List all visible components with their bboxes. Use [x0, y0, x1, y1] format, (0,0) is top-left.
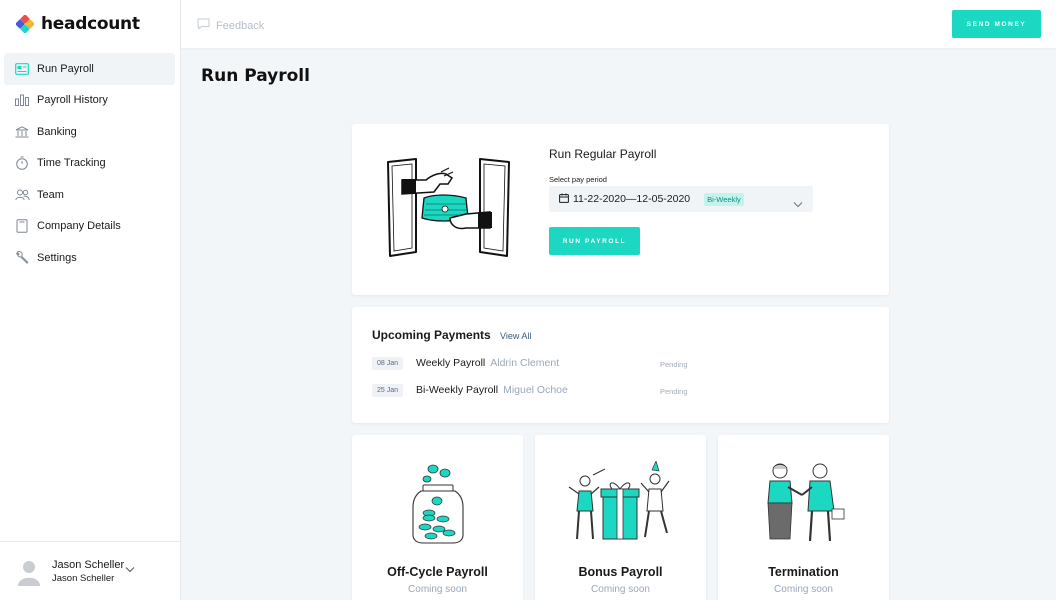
- sidebar-item-label: Time Tracking: [37, 157, 106, 170]
- sidebar-item-label: Company Details: [37, 220, 121, 233]
- frequency-badge: Bi-Weekly: [704, 192, 744, 206]
- payment-person: Miguel Ochoe: [503, 384, 568, 396]
- tile-subtitle: Coming soon: [408, 584, 467, 595]
- payment-date: 08 Jan: [372, 357, 404, 370]
- wrench-icon: [14, 250, 30, 266]
- tile-title: Termination: [768, 565, 839, 579]
- gift-celebration-illustration: [565, 459, 675, 545]
- document-icon: [14, 218, 30, 234]
- brand-name: headcount: [41, 14, 140, 34]
- coin-jar-illustration: [397, 461, 479, 545]
- payment-row[interactable]: 08 Jan Weekly Payroll Aldrin Clement Pend…: [372, 356, 872, 372]
- tile-title: Bonus Payroll: [578, 565, 663, 579]
- upcoming-payments-card: Upcoming Payments View All 08 Jan Weekly…: [352, 307, 889, 423]
- tile-subtitle: Coming soon: [591, 584, 650, 595]
- sidebar-item-label: Banking: [37, 125, 77, 138]
- pay-period-value: 11-22-2020—12-05-2020: [573, 193, 691, 205]
- bar-chart-icon: [14, 92, 30, 108]
- payment-type: Bi-Weekly Payroll: [416, 384, 499, 396]
- user-menu[interactable]: Jason Scheller Jason Scheller: [0, 541, 180, 600]
- sidebar-item-label: Team: [37, 188, 64, 201]
- send-money-button[interactable]: SEND MONEY: [952, 10, 1041, 38]
- headcount-logo-icon: [16, 15, 34, 33]
- sidebar-item-time-tracking[interactable]: Time Tracking: [4, 148, 175, 180]
- sidebar-item-payroll-history[interactable]: Payroll History: [4, 85, 175, 117]
- tile-title: Off-Cycle Payroll: [387, 565, 488, 579]
- sidebar-item-label: Payroll History: [37, 94, 108, 107]
- sidebar-item-settings[interactable]: Settings: [4, 242, 175, 274]
- sidebar-item-team[interactable]: Team: [4, 179, 175, 211]
- termination-tile[interactable]: Termination Coming soon: [718, 435, 889, 600]
- user-company: Jason Scheller: [52, 573, 115, 584]
- sidebar: headcount Run Payroll Payroll History Ba…: [0, 0, 181, 600]
- payment-person: Aldrin Clement: [490, 357, 560, 369]
- sidebar-item-banking[interactable]: Banking: [4, 116, 175, 148]
- team-icon: [14, 187, 30, 203]
- chevron-down-icon: [793, 195, 803, 213]
- payment-type-wrap: Bi-Weekly Payroll Miguel Ochoe: [416, 384, 568, 396]
- handshake-illustration: [758, 461, 848, 545]
- bonus-payroll-tile[interactable]: Bonus Payroll Coming soon: [535, 435, 706, 600]
- user-name: Jason Scheller: [52, 559, 125, 571]
- payment-type: Weekly Payroll: [416, 357, 486, 369]
- chat-bubble-icon: [197, 17, 210, 35]
- avatar-icon: [18, 560, 40, 586]
- payment-row[interactable]: 25 Jan Bi-Weekly Payroll Miguel Ochoe Pen…: [372, 383, 872, 399]
- upcoming-payments-title: Upcoming Payments: [372, 328, 491, 342]
- run-payroll-card: Run Regular Payroll Select pay period 11…: [352, 124, 889, 295]
- payroll-card-icon: [14, 61, 30, 77]
- feedback-link[interactable]: Feedback: [197, 17, 264, 35]
- sidebar-item-label: Settings: [37, 251, 77, 264]
- run-payroll-title: Run Regular Payroll: [549, 147, 657, 161]
- payment-status: Pending: [660, 360, 688, 369]
- bank-icon: [14, 124, 30, 140]
- sidebar-item-label: Run Payroll: [37, 62, 94, 75]
- payment-type-wrap: Weekly Payroll Aldrin Clement: [416, 357, 559, 369]
- run-payroll-button[interactable]: RUN PAYROLL: [549, 227, 640, 255]
- payment-status: Pending: [660, 387, 688, 396]
- pay-period-select[interactable]: 11-22-2020—12-05-2020 Bi-Weekly: [549, 186, 813, 212]
- sidebar-nav: Run Payroll Payroll History Banking Time…: [0, 53, 180, 274]
- tile-subtitle: Coming soon: [774, 584, 833, 595]
- off-cycle-payroll-tile[interactable]: Off-Cycle Payroll Coming soon: [352, 435, 523, 600]
- topbar: Feedback SEND MONEY: [181, 0, 1056, 48]
- payment-date: 25 Jan: [372, 384, 404, 397]
- sidebar-item-run-payroll[interactable]: Run Payroll: [4, 53, 175, 85]
- brand[interactable]: headcount: [16, 14, 140, 34]
- feedback-label: Feedback: [216, 20, 265, 32]
- calendar-icon: [559, 190, 569, 208]
- sidebar-item-company-details[interactable]: Company Details: [4, 211, 175, 243]
- view-all-link[interactable]: View All: [500, 331, 531, 341]
- page-title: Run Payroll: [201, 66, 310, 86]
- stopwatch-icon: [14, 155, 30, 171]
- money-exchange-illustration: [386, 156, 512, 263]
- pay-period-label: Select pay period: [549, 175, 607, 184]
- chevron-down-icon[interactable]: [125, 560, 135, 578]
